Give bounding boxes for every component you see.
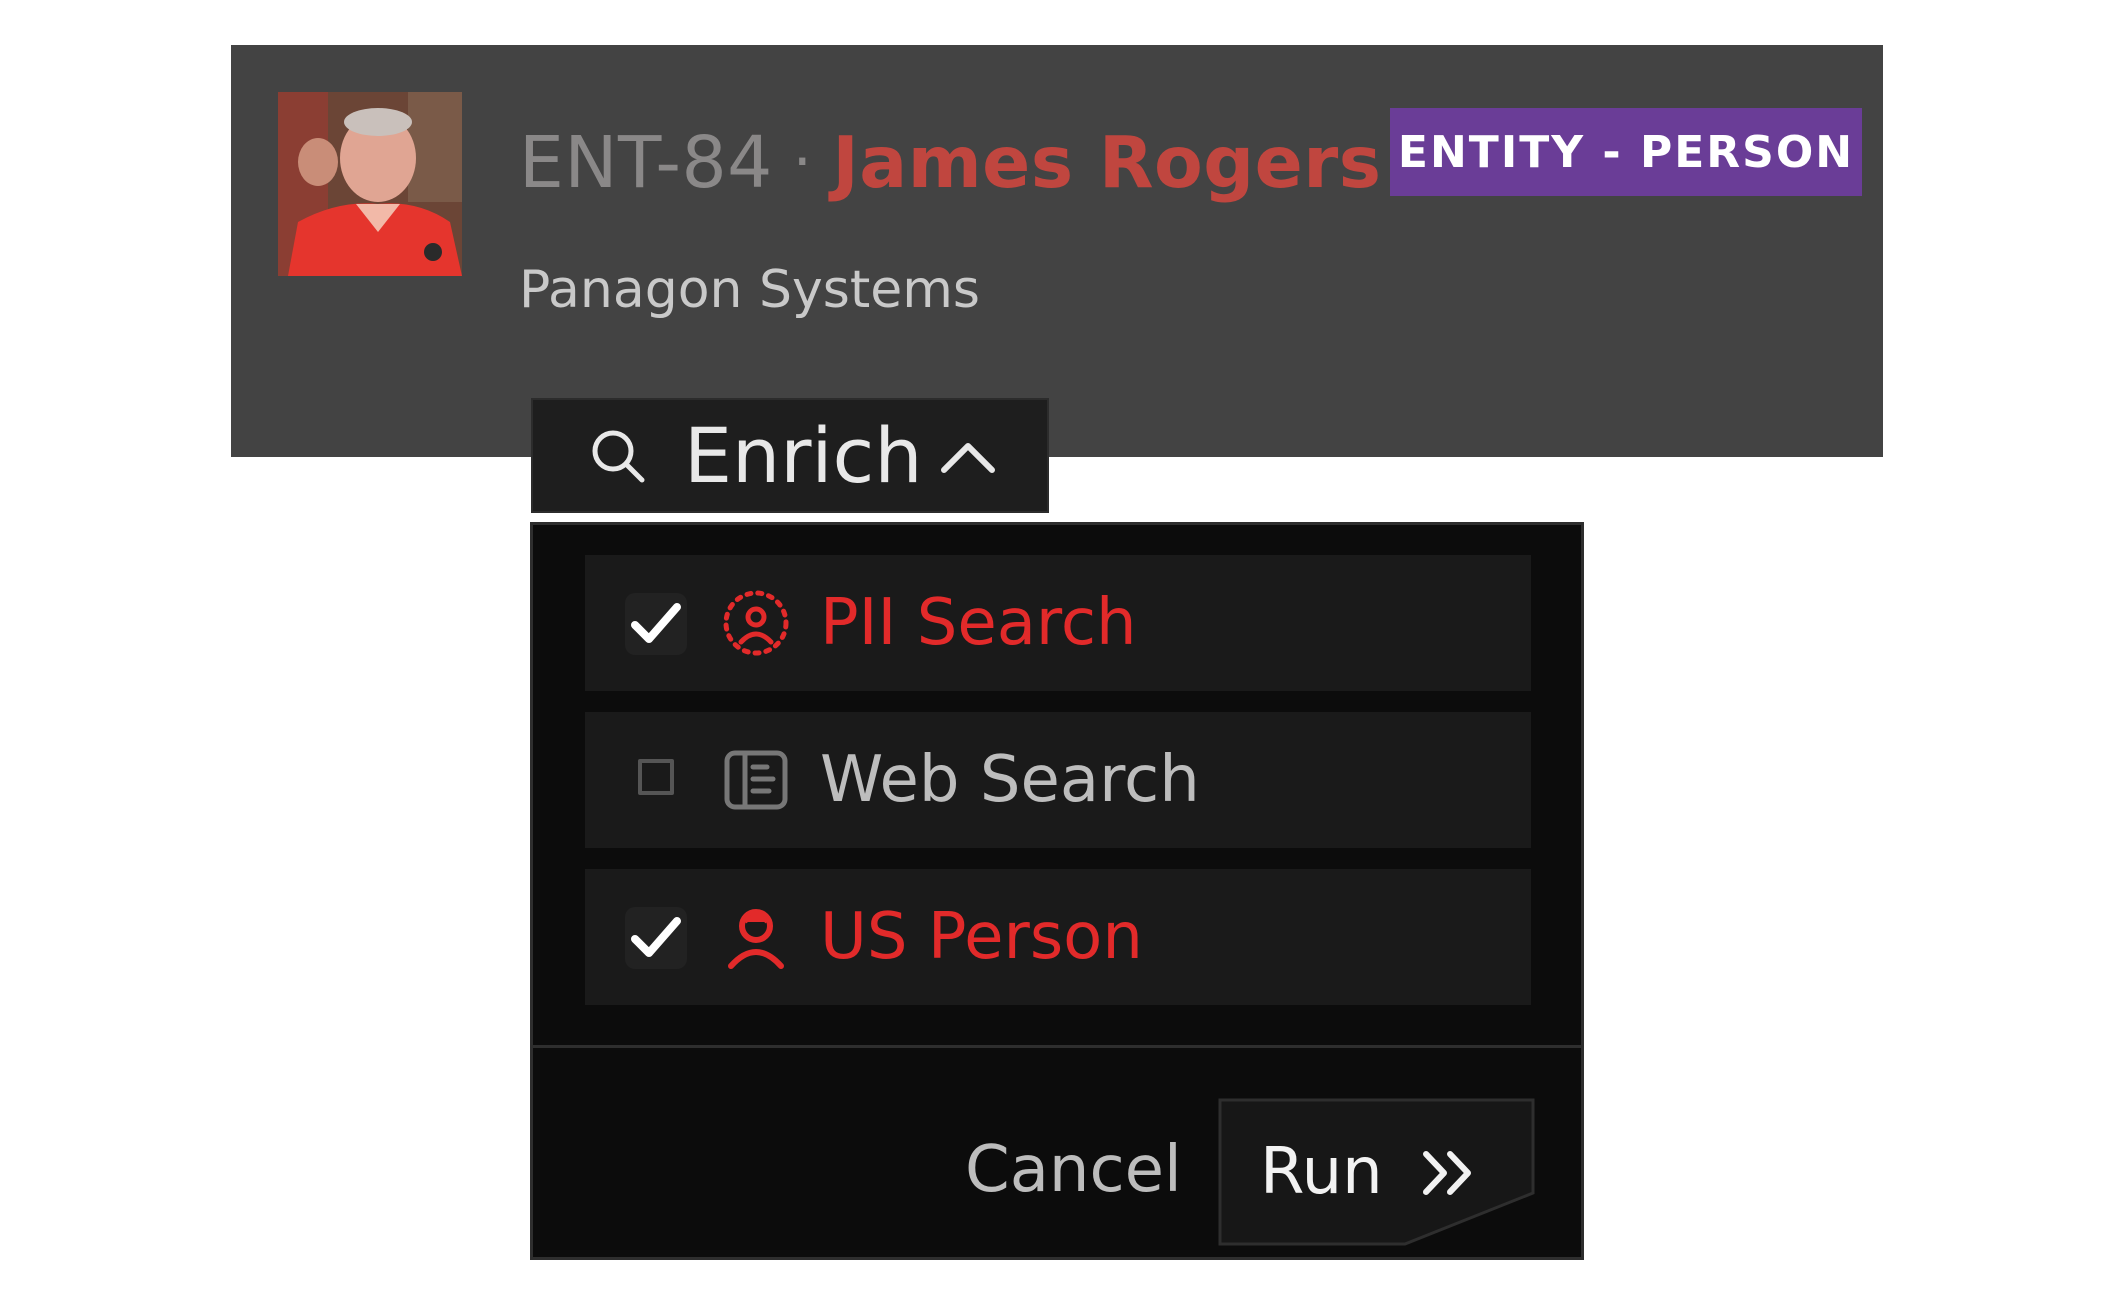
title-separator: ·: [792, 127, 813, 197]
option-us-person[interactable]: US Person: [585, 869, 1531, 1005]
option-web-search[interactable]: Web Search: [585, 712, 1531, 848]
web-layout-icon: [724, 750, 788, 810]
checkbox-unchecked[interactable]: [638, 759, 674, 795]
option-pii-search[interactable]: PII Search: [585, 555, 1531, 691]
option-label: Web Search: [820, 743, 1200, 817]
entity-name: James Rogers: [832, 120, 1382, 204]
run-label: Run: [1260, 1135, 1383, 1209]
entity-id: ENT-84: [519, 120, 773, 204]
entity-title: ENT-84 · James Rogers: [519, 107, 1382, 217]
cancel-button[interactable]: Cancel: [965, 1125, 1182, 1215]
pii-person-icon: [723, 590, 789, 656]
checkbox-checked[interactable]: [625, 593, 687, 655]
stage: ENT-84 · James Rogers ENTITY - PERSON Pa…: [0, 0, 2107, 1303]
entity-header: ENT-84 · James Rogers ENTITY - PERSON Pa…: [231, 45, 1883, 457]
checkmark-icon: [631, 917, 681, 957]
checkbox-checked[interactable]: [625, 907, 687, 969]
avatar: [278, 92, 462, 276]
option-label: PII Search: [820, 586, 1137, 660]
user-icon: [728, 909, 784, 969]
panel-divider: [533, 1045, 1581, 1048]
enrich-dropdown: PII Search Web Search US Person Cancel R…: [530, 522, 1584, 1260]
entity-type-badge: ENTITY - PERSON: [1390, 108, 1862, 196]
search-icon: [592, 430, 645, 483]
enrich-label: Enrich: [684, 411, 923, 500]
checkmark-icon: [631, 603, 681, 643]
chevron-up-icon: [941, 443, 995, 473]
entity-organization: Panagon Systems: [519, 260, 981, 320]
double-chevron-right-icon: [1423, 1151, 1471, 1195]
enrich-button[interactable]: Enrich: [531, 398, 1049, 513]
option-label: US Person: [820, 900, 1143, 974]
run-button[interactable]: Run: [1218, 1098, 1535, 1246]
